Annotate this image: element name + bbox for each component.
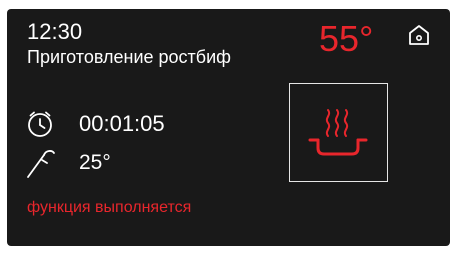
probe-temperature: 25° (79, 151, 111, 174)
stopwatch-icon (24, 107, 56, 144)
steam-mode-button[interactable] (289, 83, 388, 182)
meat-probe-icon (24, 147, 58, 186)
program-title: Приготовление ростбиф (27, 47, 231, 67)
timer-value: 00:01:05 (79, 111, 165, 136)
status-message: функция выполняется (27, 199, 192, 216)
oven-temperature: 55° (319, 18, 374, 59)
clock: 12:30 (27, 19, 83, 44)
oven-display: 12:30 Приготовление ростбиф 00:01:05 25°… (7, 9, 450, 246)
home-icon[interactable] (407, 23, 431, 47)
